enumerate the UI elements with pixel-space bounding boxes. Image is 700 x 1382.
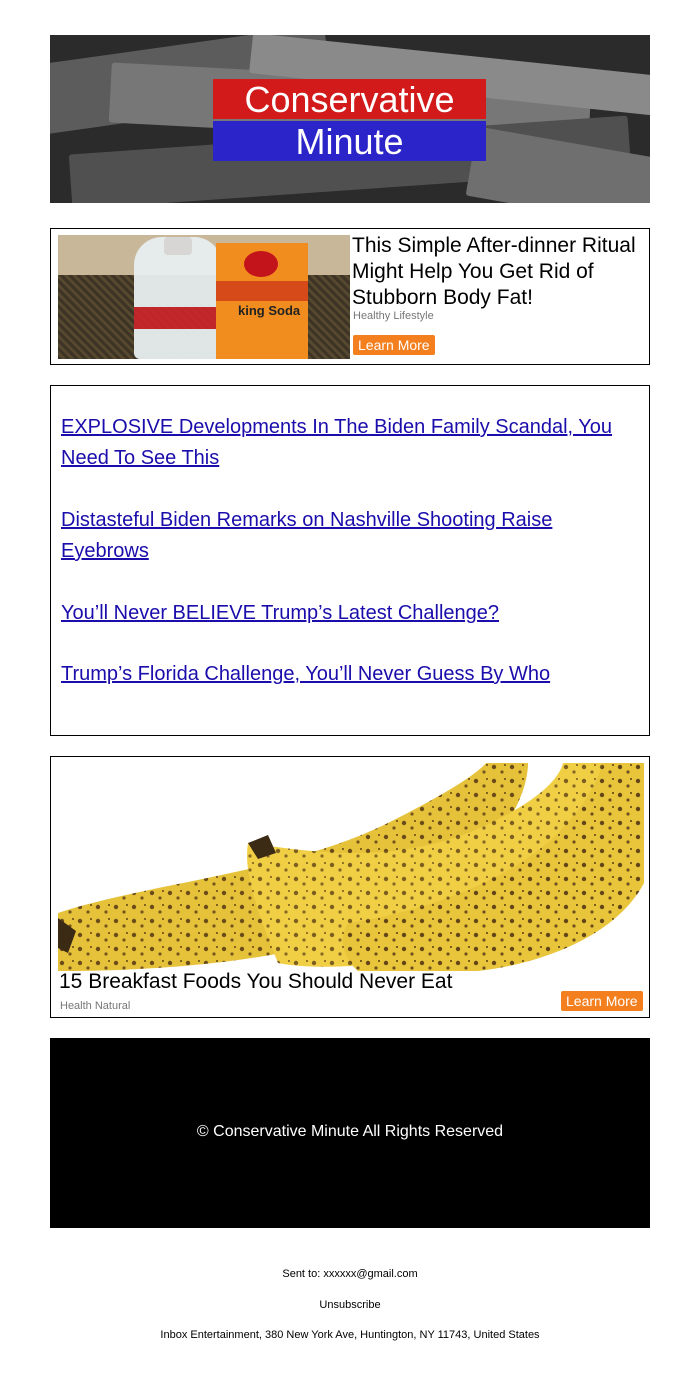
article-links: EXPLOSIVE Developments In The Biden Fami… xyxy=(50,385,650,736)
learn-more-button[interactable]: Learn More xyxy=(353,335,435,355)
logo-line-1[interactable]: Conservative xyxy=(213,79,486,120)
article-link[interactable]: You’ll Never BELIEVE Trump’s Latest Chal… xyxy=(61,598,621,629)
unsubscribe-link[interactable]: Unsubscribe xyxy=(0,1299,700,1311)
ad-source: Healthy Lifestyle xyxy=(353,310,434,322)
bottle-image xyxy=(134,237,222,359)
article-link[interactable]: Trump’s Florida Challenge, You’ll Never … xyxy=(61,659,621,690)
sponsored-ad-bottom[interactable]: 15 Breakfast Foods You Should Never Eat … xyxy=(50,756,650,1018)
learn-more-button[interactable]: Learn More xyxy=(561,991,643,1011)
sender-address: Inbox Entertainment, 380 New York Ave, H… xyxy=(160,1329,540,1341)
sent-to-label: Sent to: xyxy=(282,1268,321,1280)
ad-thumbnail-baking-soda[interactable]: king Soda xyxy=(58,235,350,359)
logo-line-2[interactable]: Minute xyxy=(213,121,486,162)
article-link[interactable]: Distasteful Biden Remarks on Nashville S… xyxy=(61,505,621,567)
ad-image-bananas[interactable] xyxy=(58,763,644,971)
sponsored-ad-top[interactable]: king Soda This Simple After-dinner Ritua… xyxy=(50,228,650,365)
recipient-email: xxxxxx@gmail.com xyxy=(323,1268,418,1280)
ad-source: Health Natural xyxy=(60,1000,131,1012)
header-banner: Conservative Minute xyxy=(50,35,650,203)
ad-headline[interactable]: This Simple After-dinner Ritual Might He… xyxy=(352,233,644,311)
footer: © Conservative Minute All Rights Reserve… xyxy=(50,1038,650,1228)
article-link[interactable]: EXPLOSIVE Developments In The Biden Fami… xyxy=(61,412,621,474)
copyright-text: © Conservative Minute All Rights Reserve… xyxy=(196,1123,504,1140)
baking-soda-box-image: king Soda xyxy=(216,243,308,359)
sent-to-line: Sent to: xxxxxx@gmail.com xyxy=(0,1268,700,1280)
ad-headline[interactable]: 15 Breakfast Foods You Should Never Eat xyxy=(59,968,452,996)
bananas-image xyxy=(58,763,644,971)
